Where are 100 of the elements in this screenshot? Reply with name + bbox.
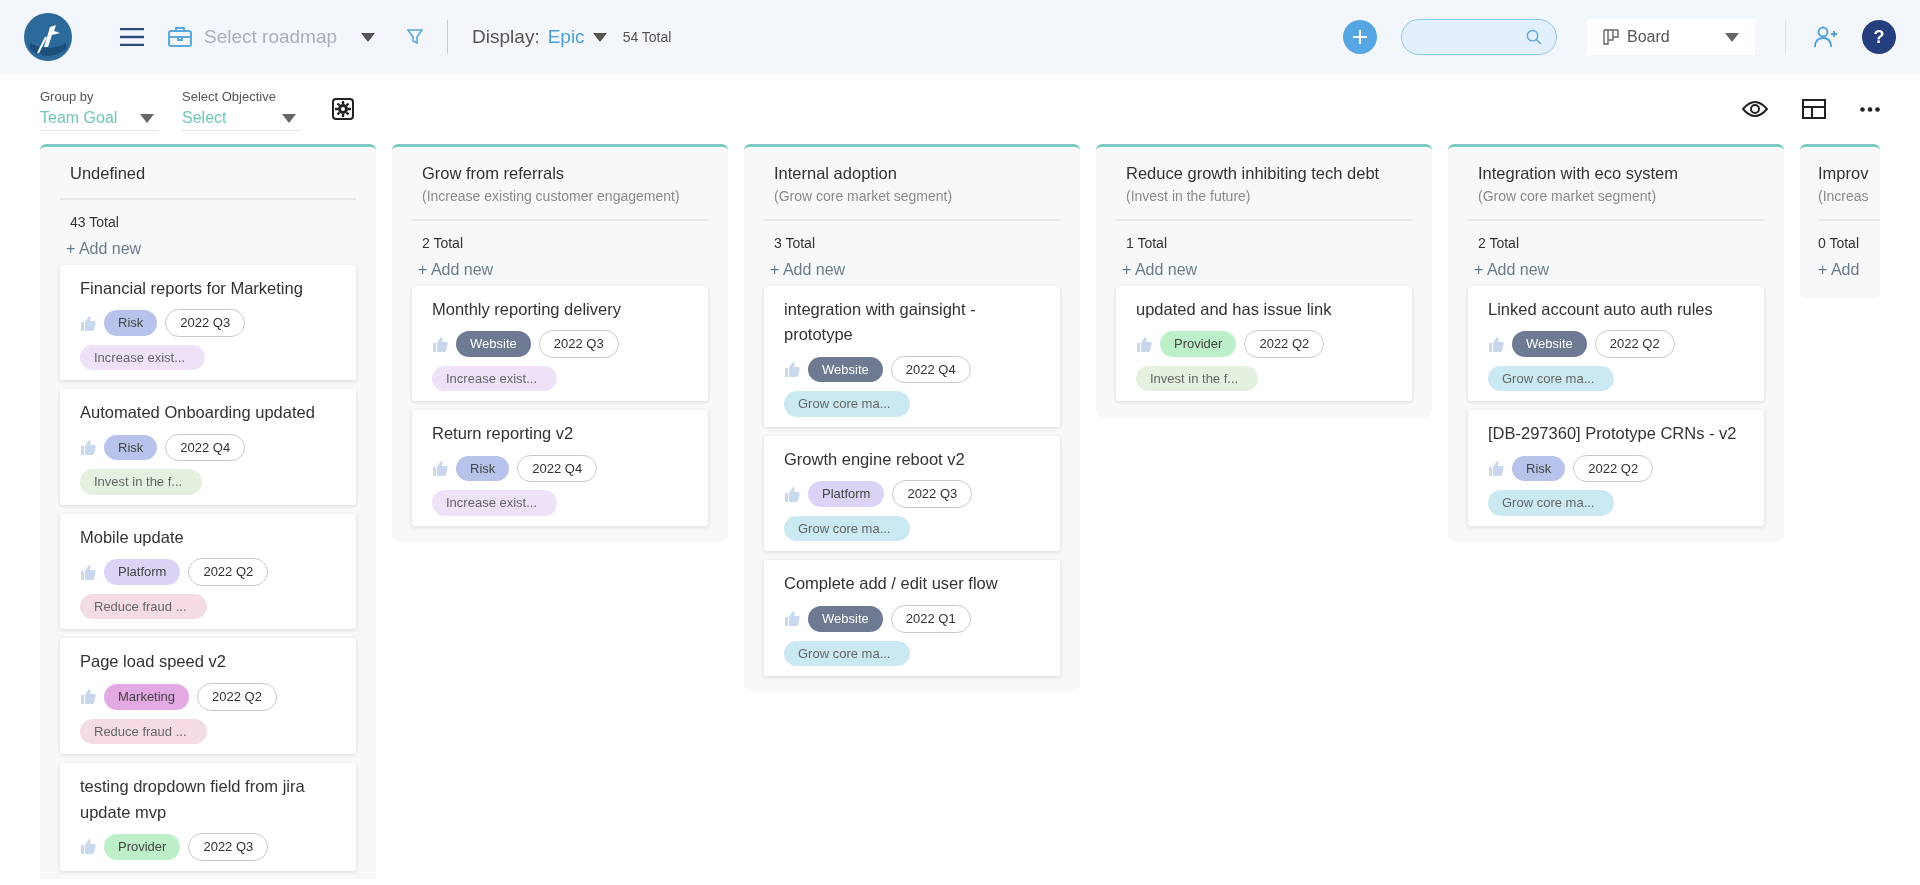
card-title: Linked account auto auth rules bbox=[1488, 298, 1714, 320]
type-tag: Website bbox=[1512, 331, 1587, 357]
type-tag: Provider bbox=[104, 834, 181, 860]
epic-card[interactable]: Monthly reporting delivery Website 2022 Q3 Increase exist... bbox=[412, 285, 708, 402]
column-total: 3 Total bbox=[773, 233, 816, 253]
goal-tag: Increase exist... bbox=[80, 344, 206, 371]
thumbs-up-icon[interactable] bbox=[1488, 461, 1504, 477]
card-title: Mobile update bbox=[80, 526, 185, 548]
goal-tag: Invest in the f... bbox=[1136, 365, 1259, 392]
quarter-tag: 2022 Q3 bbox=[538, 330, 619, 358]
type-tag: Risk bbox=[456, 455, 510, 482]
add-new-link[interactable]: + Add new bbox=[40, 232, 142, 261]
epic-card[interactable]: Complete add / edit user flow Website 2022 Q1 Grow core ma... bbox=[764, 560, 1060, 676]
goal-tag: Reduce fraud ... bbox=[80, 718, 207, 744]
column-total: 0 Total bbox=[1817, 233, 1860, 253]
quarter-tag: 2022 Q2 bbox=[1573, 454, 1654, 483]
add-user-icon[interactable] bbox=[1814, 26, 1838, 48]
card-title: integration with gainsight - prototype bbox=[784, 298, 977, 346]
thumbs-up-icon[interactable] bbox=[80, 440, 96, 456]
quarter-tag: 2022 Q2 bbox=[188, 558, 269, 586]
add-new-link[interactable]: + Add new bbox=[744, 253, 846, 282]
thumbs-up-icon[interactable] bbox=[80, 564, 96, 580]
column-title: Internal adoption bbox=[774, 163, 898, 184]
type-tag: Risk bbox=[104, 310, 158, 336]
help-button[interactable]: ? bbox=[1862, 20, 1896, 54]
layout-icon[interactable] bbox=[1802, 99, 1826, 119]
type-tag: Risk bbox=[104, 434, 158, 461]
epic-card[interactable]: [DB-297360] Prototype CRNs - v2 Risk 2022 Q2 Grow core ma... bbox=[1468, 410, 1764, 526]
thumbs-up-icon[interactable] bbox=[432, 461, 448, 477]
card-title: Monthly reporting delivery bbox=[432, 298, 622, 320]
card-title: Financial reports for Marketing bbox=[80, 277, 304, 299]
thumbs-up-icon[interactable] bbox=[80, 689, 96, 705]
epic-card[interactable]: Linked account auto auth rules Website 2022 Q2 Grow core ma... bbox=[1468, 285, 1764, 402]
column-total: 1 Total bbox=[1125, 233, 1168, 253]
quarter-tag: 2022 Q4 bbox=[165, 433, 246, 462]
add-new-link[interactable]: + Add new bbox=[1448, 253, 1550, 282]
goal-tag: Increase exist... bbox=[432, 365, 558, 392]
type-tag: Platform bbox=[104, 559, 181, 585]
goal-tag: Reduce fraud ... bbox=[80, 593, 207, 620]
card-title: Automated Onboarding updated bbox=[80, 402, 316, 424]
quarter-tag: 2022 Q1 bbox=[890, 605, 971, 633]
add-button[interactable] bbox=[1343, 20, 1377, 54]
thumbs-up-icon[interactable] bbox=[432, 336, 448, 352]
card-title: testing dropdown field from jira update mvp bbox=[80, 776, 306, 823]
thumbs-up-icon[interactable] bbox=[1488, 336, 1504, 352]
card-title: Return reporting v2 bbox=[432, 423, 575, 445]
goal-tag: Invest in the f... bbox=[80, 469, 203, 495]
thumbs-up-icon[interactable] bbox=[784, 611, 800, 627]
quarter-tag: 2022 Q4 bbox=[517, 454, 598, 483]
quarter-tag: 2022 Q2 bbox=[197, 683, 277, 711]
quarter-tag: 2022 Q3 bbox=[188, 833, 269, 861]
search-icon bbox=[1526, 28, 1542, 46]
more-icon[interactable] bbox=[1860, 106, 1880, 112]
type-tag: Website bbox=[456, 331, 531, 357]
column-total: 2 Total bbox=[1477, 233, 1520, 253]
display-label: Display: bbox=[472, 24, 540, 49]
caret-icon bbox=[592, 32, 607, 42]
caret-icon bbox=[282, 113, 296, 123]
logo-icon[interactable] bbox=[24, 13, 72, 61]
add-new-link[interactable]: + Add bbox=[1800, 253, 1860, 282]
column-title: Undefined bbox=[70, 163, 147, 184]
quarter-tag: 2022 Q4 bbox=[890, 355, 971, 384]
thumbs-up-icon[interactable] bbox=[80, 315, 96, 331]
epic-card[interactable]: integration with gainsight - prototype Website 2022 Q4 Grow core ma... bbox=[764, 285, 1060, 427]
column-subtitle: (Grow core market segment) bbox=[1478, 186, 1658, 206]
column-subtitle: (Invest in the future) bbox=[1126, 186, 1252, 206]
field-label: Select Objective bbox=[182, 87, 277, 106]
add-new-link[interactable]: + Add new bbox=[1096, 253, 1198, 282]
epic-card[interactable]: Growth engine reboot v2 Platform 2022 Q3 Grow core ma... bbox=[764, 435, 1060, 552]
search-field[interactable] bbox=[1401, 19, 1557, 55]
epic-card[interactable]: Page load speed v2 Marketing 2022 Q2 Reduce fraud ... bbox=[60, 638, 356, 754]
quarter-tag: 2022 Q3 bbox=[165, 309, 246, 337]
menu-icon[interactable] bbox=[120, 28, 144, 46]
filter-icon[interactable] bbox=[407, 29, 424, 45]
eye-icon[interactable] bbox=[1742, 100, 1768, 118]
goal-tag: Grow core ma... bbox=[1488, 490, 1615, 516]
field-label: Group by bbox=[40, 87, 95, 106]
epic-card[interactable]: updated and has issue link Provider 2022 Q2 Invest in the f... bbox=[1116, 285, 1412, 402]
epic-card[interactable]: Financial reports for Marketing Risk 2022 Q3 Increase exist... bbox=[60, 264, 356, 381]
column-title: Integration with eco system bbox=[1478, 163, 1679, 184]
card-title: updated and has issue link bbox=[1136, 298, 1333, 320]
epic-card[interactable]: testing dropdown field from jira update mvp Provider 2022 Q3 bbox=[60, 763, 356, 871]
epic-card[interactable]: Return reporting v2 Risk 2022 Q4 Increase exist... bbox=[412, 410, 708, 526]
total-count: 54 Total bbox=[622, 27, 672, 47]
board-icon bbox=[1603, 29, 1619, 45]
add-new-link[interactable]: + Add new bbox=[392, 253, 494, 282]
thumbs-up-icon[interactable] bbox=[784, 362, 800, 378]
epic-card[interactable]: Automated Onboarding updated Risk 2022 Q4 Invest in the f... bbox=[60, 389, 356, 505]
settings-icon[interactable] bbox=[332, 98, 354, 120]
card-title: Complete add / edit user flow bbox=[784, 573, 999, 595]
thumbs-up-icon[interactable] bbox=[80, 839, 96, 855]
epic-card[interactable]: Mobile update Platform 2022 Q2 Reduce fraud ... bbox=[60, 513, 356, 630]
view-select[interactable]: Board bbox=[1587, 19, 1755, 55]
column-total: 2 Total bbox=[421, 233, 464, 253]
thumbs-up-icon[interactable] bbox=[1136, 336, 1152, 352]
quarter-tag: 2022 Q2 bbox=[1244, 330, 1325, 358]
thumbs-up-icon[interactable] bbox=[784, 486, 800, 502]
goal-tag: Grow core ma... bbox=[1488, 365, 1615, 392]
quarter-tag: 2022 Q2 bbox=[1594, 330, 1675, 358]
column-title: Grow from referrals bbox=[422, 163, 566, 184]
